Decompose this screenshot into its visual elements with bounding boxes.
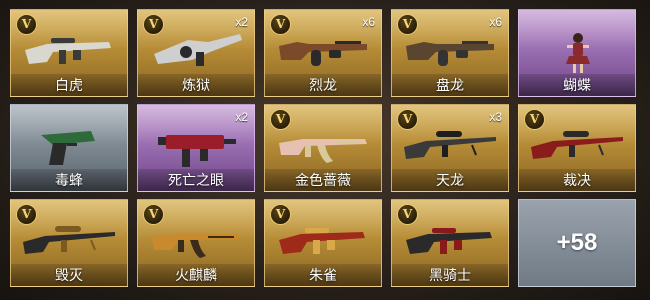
item-name: 朱雀	[265, 264, 381, 286]
item-name: 裁决	[519, 169, 635, 191]
item-name: 白虎	[11, 74, 127, 96]
inventory-item-card[interactable]: Vx6 烈龙	[264, 9, 382, 97]
item-name: 炼狱	[138, 74, 254, 96]
item-count: x2	[235, 110, 248, 124]
weapon-rifle-icon	[406, 228, 492, 254]
item-name: 金色蔷薇	[265, 169, 381, 191]
weapon-rifle-icon	[279, 228, 365, 254]
inventory-item-card[interactable]: V 白虎	[10, 9, 128, 97]
item-name: 天龙	[392, 169, 508, 191]
item-count: x2	[235, 15, 248, 29]
inventory-item-card[interactable]: 蝴蝶	[518, 9, 636, 97]
weapon-thompson-icon	[406, 41, 494, 66]
inventory-item-card[interactable]: V 毁灭	[10, 199, 128, 287]
inventory-grid: V 白虎 Vx2 炼狱 Vx6 烈龙 Vx6 盘龙 蝴蝶 毒蜂 x2 死亡之眼 …	[10, 9, 636, 287]
inventory-item-card[interactable]: Vx2 炼狱	[137, 9, 255, 97]
item-name: 毒蜂	[11, 169, 127, 191]
inventory-item-card[interactable]: V 金色蔷薇	[264, 104, 382, 192]
inventory-item-card[interactable]: V 朱雀	[264, 199, 382, 287]
weapon-sniper-icon	[531, 131, 623, 159]
weapon-gatling-icon	[154, 34, 242, 66]
item-name: 烈龙	[265, 74, 381, 96]
item-count: x6	[362, 15, 375, 29]
inventory-item-card[interactable]: V 黑骑士	[391, 199, 509, 287]
item-name: 蝴蝶	[519, 74, 635, 96]
inventory-item-card[interactable]: 毒蜂	[10, 104, 128, 192]
item-name: 毁灭	[11, 264, 127, 286]
weapon-smg-icon	[158, 135, 236, 167]
inventory-item-card[interactable]: x2 死亡之眼	[137, 104, 255, 192]
more-items-button[interactable]: +58	[518, 199, 636, 287]
item-name: 火麒麟	[138, 264, 254, 286]
weapon-pistol-icon	[41, 131, 95, 165]
item-name: 黑骑士	[392, 264, 508, 286]
inventory-item-card[interactable]: V 火麒麟	[137, 199, 255, 287]
item-name: 死亡之眼	[138, 169, 254, 191]
item-count: x3	[489, 110, 502, 124]
inventory-item-card[interactable]: Vx6 盘龙	[391, 9, 509, 97]
weapon-rifle-icon	[25, 38, 111, 64]
item-count: x6	[489, 15, 502, 29]
weapon-ak-icon	[279, 139, 367, 163]
weapon-sniper-icon	[23, 226, 115, 254]
weapon-sniper-icon	[404, 131, 496, 159]
inventory-item-card[interactable]: Vx3 天龙	[391, 104, 509, 192]
more-items-count: +58	[556, 229, 598, 256]
inventory-item-card[interactable]: V 裁决	[518, 104, 636, 192]
weapon-thompson-icon	[279, 41, 367, 66]
weapon-ak-icon	[152, 234, 240, 258]
character-icon	[566, 33, 590, 73]
item-name: 盘龙	[392, 74, 508, 96]
